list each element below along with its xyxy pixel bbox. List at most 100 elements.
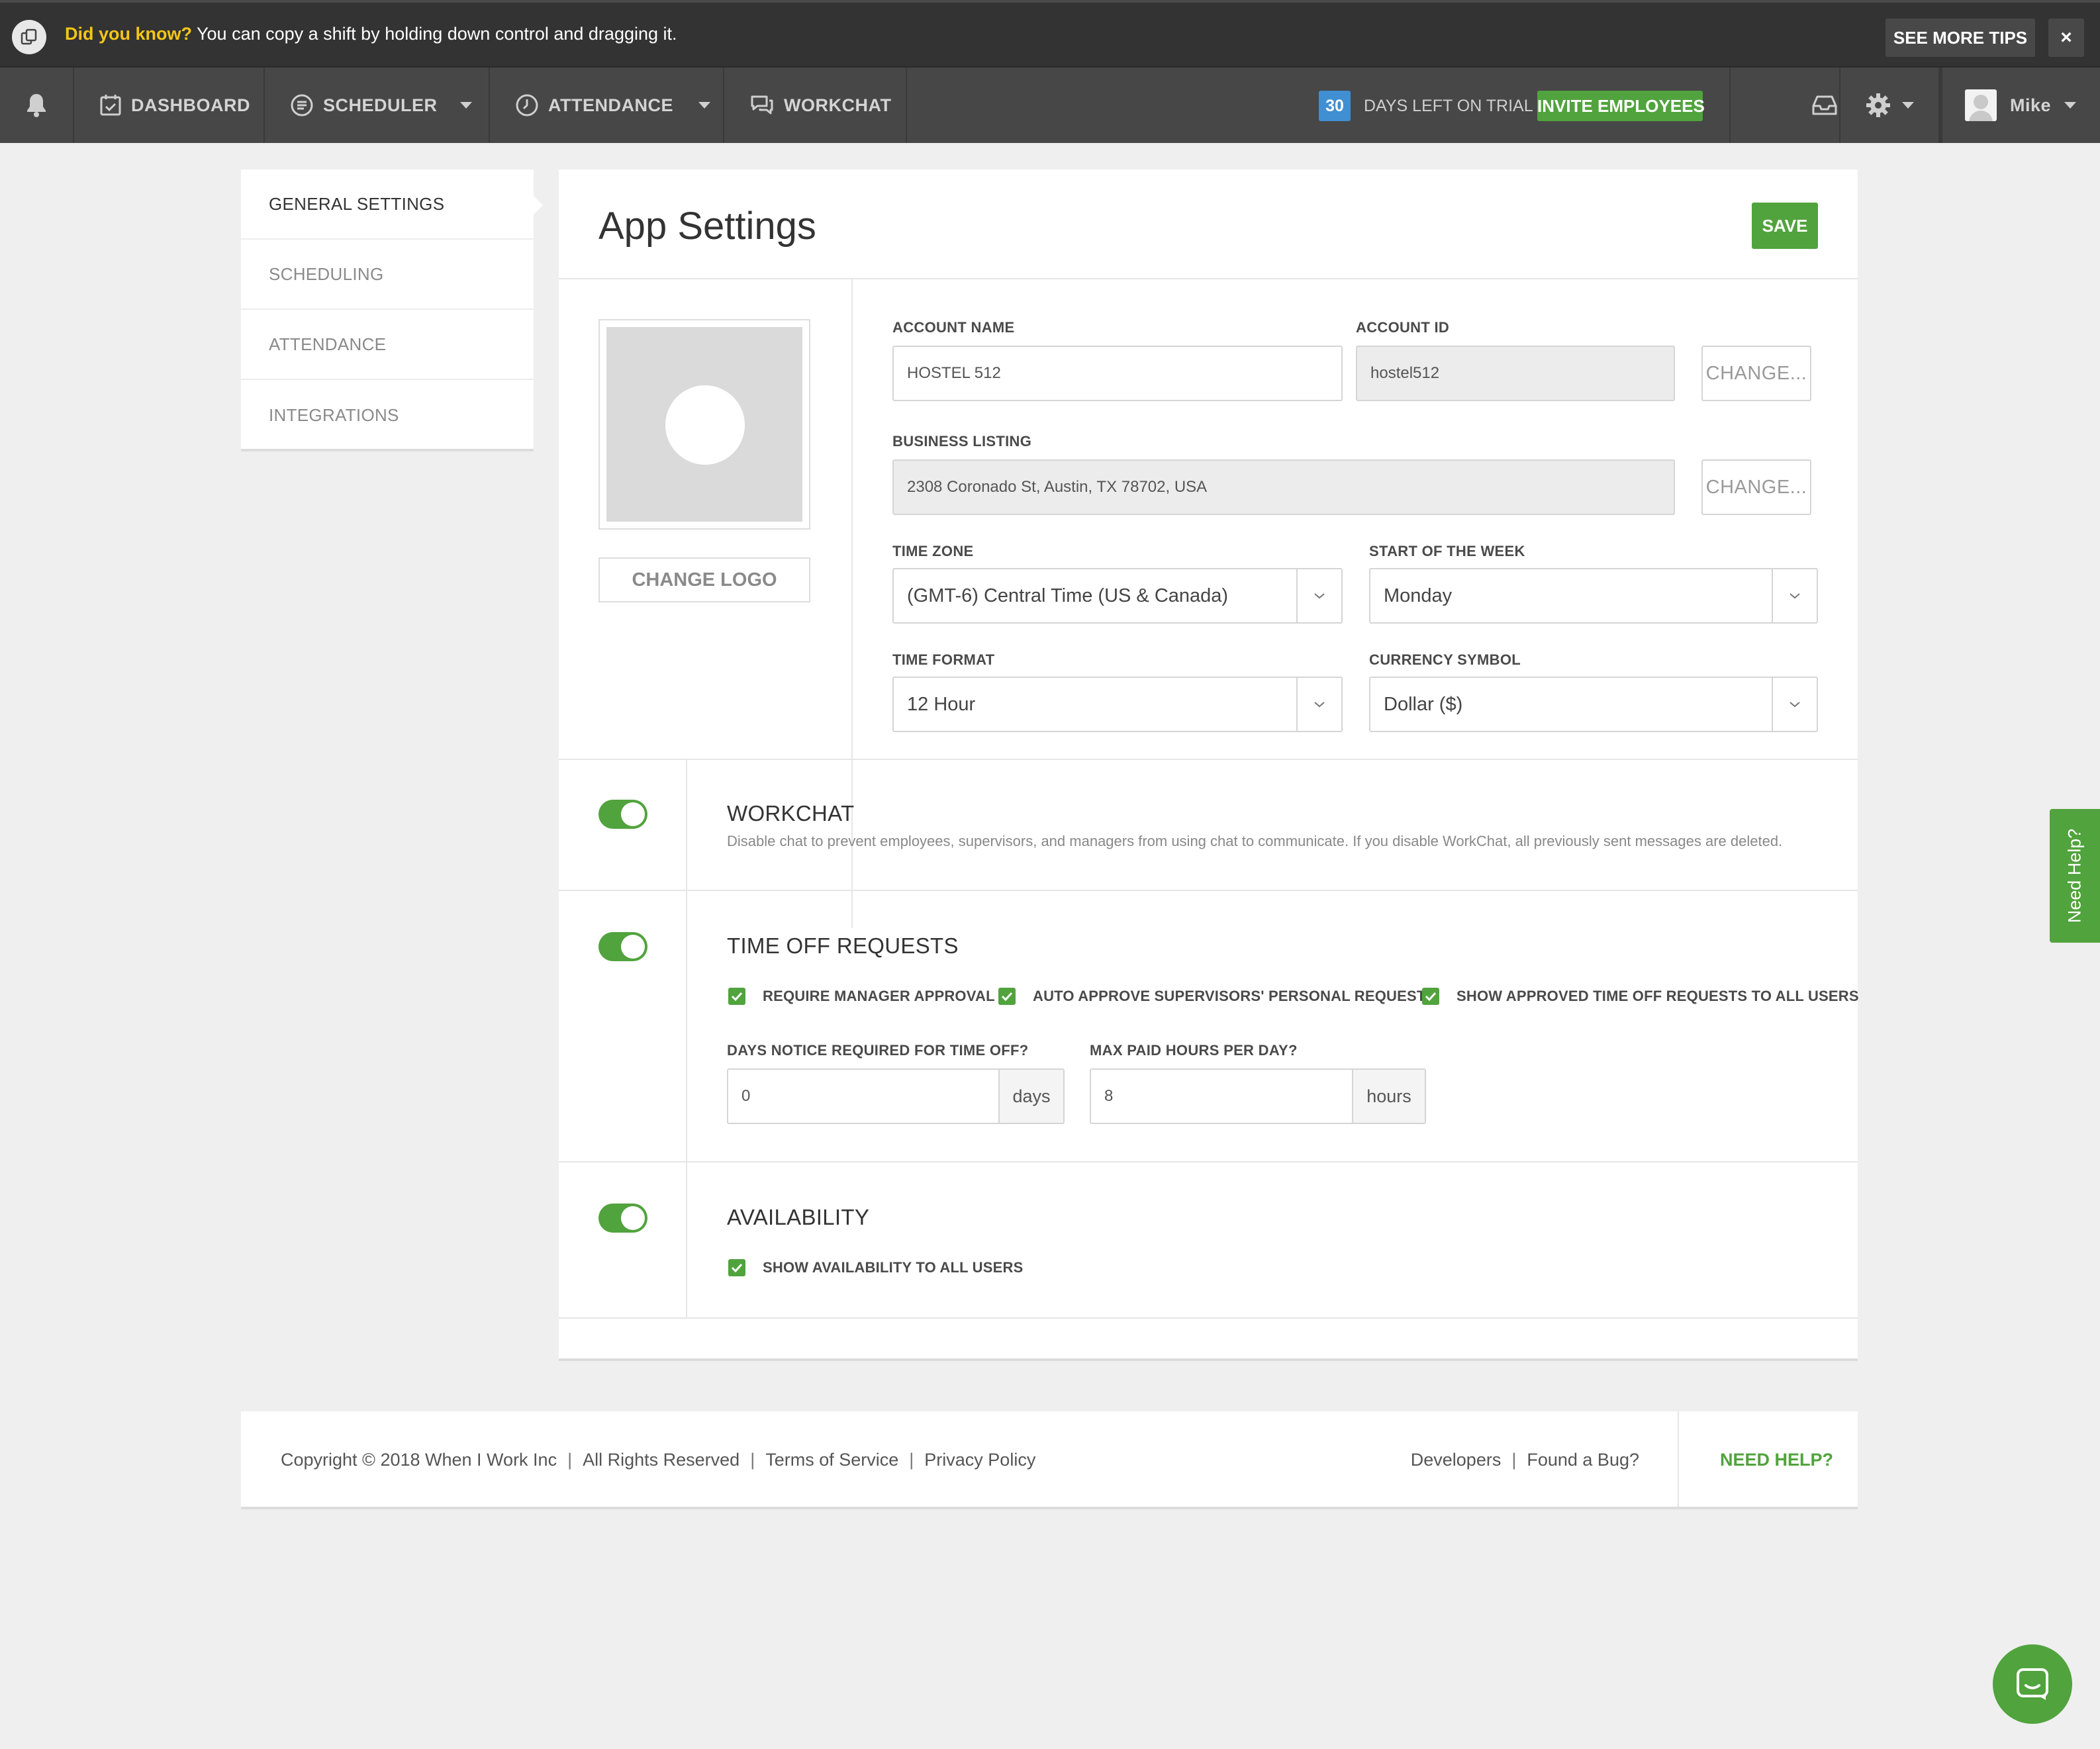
gear-icon [1866, 93, 1890, 117]
days-notice-value: 0 [741, 1087, 751, 1105]
separator: | [909, 1450, 914, 1470]
account-id-field: hostel512 [1356, 346, 1675, 401]
checkbox-label: AUTO APPROVE SUPERVISORS' PERSONAL REQUE… [1033, 988, 1436, 1004]
user-menu[interactable]: Mike [1940, 68, 2100, 143]
terms-link[interactable]: Terms of Service [765, 1450, 898, 1470]
calendar-check-icon [100, 95, 121, 116]
chat-icon [2017, 1668, 2048, 1700]
need-help-link[interactable]: NEED HELP? [1720, 1450, 1833, 1470]
sidebar-item-scheduling[interactable]: SCHEDULING [241, 240, 534, 310]
logo-placeholder-image [606, 327, 802, 522]
chevron-down-icon [1296, 678, 1341, 731]
footer-links-left: Copyright © 2018 When I Work Inc | All Rig… [281, 1450, 1035, 1470]
inbox-icon [1812, 95, 1837, 115]
time-zone-label: TIME ZONE [892, 543, 974, 559]
tip-body: You can copy a shift by holding down con… [192, 24, 677, 44]
checkmark-icon [728, 988, 745, 1005]
workchat-description: Disable chat to prevent employees, super… [727, 833, 1783, 849]
need-help-tab[interactable]: Need Help? [2050, 809, 2100, 943]
settings-sidebar: GENERAL SETTINGS SCHEDULING ATTENDANCE I… [241, 169, 543, 451]
chevron-down-icon [2064, 102, 2077, 109]
time-off-title: TIME OFF REQUESTS [727, 933, 959, 958]
privacy-link[interactable]: Privacy Policy [924, 1450, 1035, 1470]
show-availability-checkbox[interactable]: SHOW AVAILABILITY TO ALL USERS [728, 1259, 1023, 1276]
scheduler-icon [291, 94, 313, 117]
divider [559, 1161, 1858, 1162]
require-manager-approval-checkbox[interactable]: REQUIRE MANAGER APPROVAL [728, 988, 995, 1005]
start-week-select[interactable]: Monday [1369, 568, 1818, 624]
account-name-input[interactable]: HOSTEL 512 [892, 346, 1343, 401]
found-a-bug-link[interactable]: Found a Bug? [1527, 1450, 1639, 1470]
footer-links-right: Developers | Found a Bug? [1411, 1450, 1639, 1470]
separator: | [567, 1450, 573, 1470]
nav-attendance[interactable]: ATTENDANCE [490, 68, 724, 143]
separator: | [750, 1450, 755, 1470]
sidebar-item-label: GENERAL SETTINGS [269, 193, 445, 214]
start-week-value: Monday [1384, 585, 1453, 606]
max-paid-hours-label: MAX PAID HOURS PER DAY? [1090, 1042, 1298, 1059]
days-notice-label: DAYS NOTICE REQUIRED FOR TIME OFF? [727, 1042, 1029, 1059]
business-listing-label: BUSINESS LISTING [892, 433, 1032, 449]
time-format-label: TIME FORMAT [892, 651, 995, 668]
sidebar-item-attendance[interactable]: ATTENDANCE [241, 310, 534, 380]
logo-preview [598, 319, 810, 530]
change-business-listing-button[interactable]: CHANGE... [1701, 459, 1811, 515]
chevron-down-icon [1772, 569, 1817, 622]
chat-launcher-button[interactable] [1993, 1644, 2072, 1724]
trial-text: DAYS LEFT ON TRIAL [1364, 97, 1533, 115]
time-off-toggle[interactable] [598, 932, 647, 961]
developers-link[interactable]: Developers [1411, 1450, 1502, 1470]
nav-workchat[interactable]: WORKCHAT [724, 68, 907, 143]
workchat-toggle[interactable] [598, 800, 647, 829]
start-week-label: START OF THE WEEK [1369, 543, 1525, 559]
tip-highlight: Did you know? [65, 24, 192, 44]
days-notice-input[interactable]: 0 days [727, 1068, 1065, 1124]
business-listing-field: 2308 Coronado St, Austin, TX 78702, USA [892, 459, 1675, 515]
save-button[interactable]: SAVE [1752, 203, 1818, 249]
bell-icon [27, 94, 46, 117]
show-approved-time-off-checkbox[interactable]: SHOW APPROVED TIME OFF REQUESTS TO ALL U… [1422, 988, 1859, 1005]
change-logo-button[interactable]: CHANGE LOGO [598, 557, 810, 602]
sidebar-item-label: SCHEDULING [269, 263, 384, 284]
need-help-tab-label: Need Help? [2064, 828, 2085, 923]
clock-icon [516, 94, 538, 117]
sidebar-item-general-settings[interactable]: GENERAL SETTINGS [241, 169, 543, 240]
checkmark-icon [728, 1259, 745, 1276]
nav-dashboard[interactable]: DASHBOARD [74, 68, 265, 143]
notifications-button[interactable] [0, 68, 74, 143]
time-format-select[interactable]: 12 Hour [892, 677, 1343, 732]
divider [559, 890, 1858, 891]
account-name-label: ACCOUNT NAME [892, 319, 1015, 336]
see-more-tips-button[interactable]: SEE MORE TIPS [1885, 19, 2035, 57]
avatar [1965, 89, 1997, 121]
invite-employees-button[interactable]: INVITE EMPLOYEES [1537, 91, 1705, 121]
hours-unit: hours [1352, 1070, 1425, 1123]
settings-panel: App Settings SAVE CHANGE LOGO ACCOUNT NA… [559, 169, 1859, 1361]
checkmark-icon [998, 988, 1016, 1005]
time-zone-select[interactable]: (GMT-6) Central Time (US & Canada) [892, 568, 1343, 624]
change-account-id-button[interactable]: CHANGE... [1701, 346, 1811, 401]
availability-toggle[interactable] [598, 1204, 647, 1233]
currency-select[interactable]: Dollar ($) [1369, 677, 1818, 732]
footer: Copyright © 2018 When I Work Inc | All Rig… [241, 1411, 1858, 1509]
currency-label: CURRENCY SYMBOL [1369, 651, 1521, 668]
trial-days-badge: 30 [1319, 91, 1351, 121]
checkmark-icon [1422, 988, 1439, 1005]
divider [686, 760, 687, 1319]
chevron-down-icon [1772, 678, 1817, 731]
sidebar-item-label: ATTENDANCE [269, 334, 387, 354]
auto-approve-supervisors-checkbox[interactable]: AUTO APPROVE SUPERVISORS' PERSONAL REQUE… [998, 988, 1435, 1005]
checkbox-label: SHOW APPROVED TIME OFF REQUESTS TO ALL U… [1456, 988, 1859, 1004]
time-format-value: 12 Hour [907, 694, 976, 715]
chevron-down-icon [698, 102, 710, 109]
copy-icon [12, 20, 46, 54]
nav-scheduler[interactable]: SCHEDULER [265, 68, 490, 143]
settings-menu[interactable] [1839, 68, 1940, 143]
top-nav: DASHBOARD SCHEDULER ATTENDANCE WORKCHAT … [0, 66, 2100, 143]
nav-workchat-label: WORKCHAT [784, 95, 892, 115]
user-name: Mike [2010, 95, 2052, 115]
chevron-down-icon [459, 102, 472, 109]
close-tip-button[interactable]: × [2048, 19, 2084, 57]
max-paid-hours-input[interactable]: 8 hours [1090, 1068, 1426, 1124]
sidebar-item-integrations[interactable]: INTEGRATIONS [241, 380, 534, 450]
